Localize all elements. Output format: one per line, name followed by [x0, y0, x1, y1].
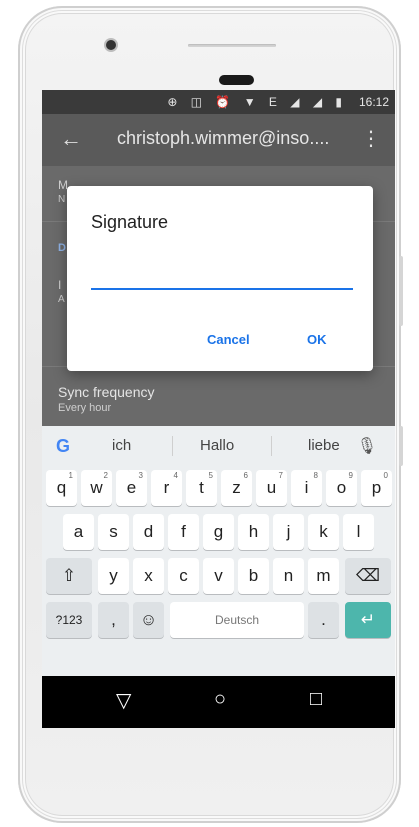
setting-peek-3b: A [58, 294, 65, 305]
key-hint: 2 [103, 471, 108, 480]
key-s[interactable]: s [98, 514, 129, 550]
key-label: r [163, 478, 170, 497]
key-label: i [304, 478, 309, 497]
key-hint: 7 [278, 471, 283, 480]
power-button [399, 426, 403, 466]
key-hint: 3 [138, 471, 143, 480]
key-z[interactable]: z6 [221, 470, 252, 506]
key-label: z [232, 478, 241, 497]
backspace-key-icon[interactable]: ⌫ [345, 558, 391, 594]
key-l[interactable]: l [343, 514, 374, 550]
key-hint: 9 [348, 471, 353, 480]
account-title: christoph.wimmer@inso.... [117, 128, 330, 148]
period-key[interactable]: . [308, 602, 339, 638]
key-r[interactable]: r4 [151, 470, 182, 506]
sync-frequency-item[interactable]: Sync frequency Every hour [58, 384, 155, 414]
key-label: q [56, 478, 67, 497]
key-h[interactable]: h [238, 514, 269, 550]
key-label: t [199, 478, 204, 497]
key-label: p [371, 478, 382, 497]
key-g[interactable]: g [203, 514, 234, 550]
key-y[interactable]: y [98, 558, 129, 594]
key-i[interactable]: i8 [291, 470, 322, 506]
enter-key-icon[interactable]: ↵ [345, 602, 391, 638]
key-u[interactable]: u7 [256, 470, 287, 506]
key-label: o [336, 478, 347, 497]
key-hint: 1 [68, 471, 73, 480]
key-o[interactable]: o9 [326, 470, 357, 506]
key-n[interactable]: n [273, 558, 304, 594]
suggestion-separator [271, 436, 272, 456]
key-w[interactable]: w2 [81, 470, 112, 506]
ok-button[interactable]: OK [307, 332, 327, 347]
key-hint: 5 [208, 471, 213, 480]
keyboard: G ich Hallo liebe 🎙 q1 w2 e3 r4 t5 z6 u7… [42, 426, 395, 676]
emoji-key-icon[interactable]: ☺ [133, 602, 164, 638]
key-j[interactable]: j [273, 514, 304, 550]
key-hint: 8 [313, 471, 318, 480]
key-e[interactable]: e3 [116, 470, 147, 506]
google-icon[interactable]: G [56, 436, 70, 457]
navigation-bar: ▽ ○ □ [42, 676, 395, 728]
key-label: w [90, 478, 103, 497]
key-hint: 0 [383, 471, 388, 480]
key-c[interactable]: c [168, 558, 199, 594]
shift-key-icon[interactable]: ⇧ [46, 558, 92, 594]
status-bar: ⊕ ◫ ⏰ ▼ E ◢ ◢ ▮ 16:12 [42, 90, 395, 114]
front-camera [106, 40, 116, 50]
suggestion-2[interactable]: Hallo [200, 437, 234, 454]
microphone-icon[interactable]: 🎙 [357, 436, 377, 456]
back-arrow-icon[interactable]: ← [60, 126, 82, 152]
suggestion-separator [172, 436, 173, 456]
volume-button [399, 256, 403, 326]
key-label: u [266, 478, 277, 497]
signature-input[interactable] [91, 256, 353, 290]
suggestion-1[interactable]: ich [112, 437, 131, 454]
setting-peek-3: I [58, 278, 62, 292]
setting-section-peek: D [58, 242, 66, 254]
key-m[interactable]: m [308, 558, 339, 594]
nav-recents-icon[interactable]: □ [310, 688, 322, 711]
status-time: 16:12 [358, 95, 389, 109]
suggestion-strip: G ich Hallo liebe 🎙 [42, 426, 395, 466]
speaker-grille [219, 75, 254, 85]
key-b[interactable]: b [238, 558, 269, 594]
key-a[interactable]: a [63, 514, 94, 550]
cancel-button[interactable]: Cancel [207, 332, 250, 347]
dialog-title: Signature [91, 212, 169, 232]
key-v[interactable]: v [203, 558, 234, 594]
sync-frequency-title: Sync frequency [58, 384, 155, 400]
key-t[interactable]: t5 [186, 470, 217, 506]
sync-frequency-value: Every hour [58, 402, 112, 414]
key-p[interactable]: p0 [361, 470, 392, 506]
earpiece-slit [188, 44, 276, 47]
key-hint: 4 [173, 471, 178, 480]
status-icons: ⊕ ◫ ⏰ ▼ E ◢ ◢ ▮ [167, 95, 347, 109]
key-hint: 6 [243, 471, 248, 480]
overflow-menu-icon[interactable]: ⋮ [361, 126, 381, 151]
app-toolbar: ← christoph.wimmer@inso.... ⋮ [42, 114, 395, 166]
key-q[interactable]: q1 [46, 470, 77, 506]
signature-dialog: Signature Cancel OK [67, 186, 373, 371]
key-k[interactable]: k [308, 514, 339, 550]
nav-home-icon[interactable]: ○ [214, 688, 226, 711]
setting-peek-1b: N [58, 194, 66, 205]
comma-key[interactable]: , [98, 602, 129, 638]
space-key[interactable]: Deutsch [170, 602, 304, 638]
key-x[interactable]: x [133, 558, 164, 594]
key-f[interactable]: f [168, 514, 199, 550]
key-d[interactable]: d [133, 514, 164, 550]
symbols-key[interactable]: ?123 [46, 602, 92, 638]
key-label: e [126, 478, 137, 497]
suggestion-3[interactable]: liebe [308, 437, 340, 454]
nav-back-icon[interactable]: ▽ [116, 688, 131, 713]
